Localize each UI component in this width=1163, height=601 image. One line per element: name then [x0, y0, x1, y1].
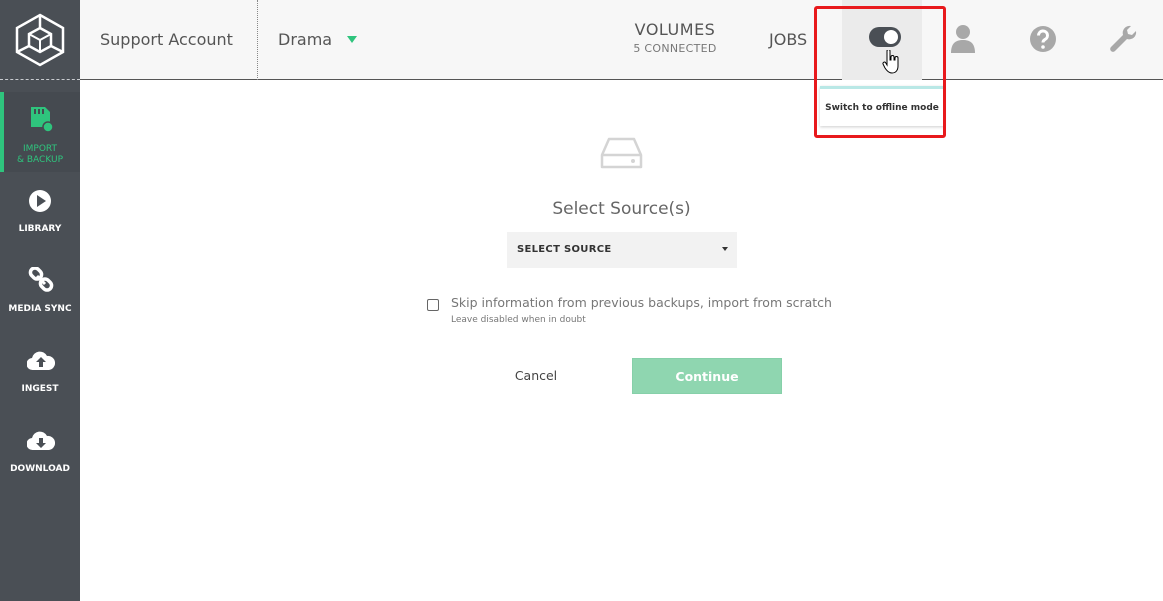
sidebar-item-media-sync[interactable]: MEDIA SYNC [0, 252, 80, 332]
link-icon [28, 267, 54, 292]
cancel-button[interactable]: Cancel [486, 368, 586, 383]
volumes-subtitle: 5 CONNECTED [633, 42, 717, 55]
project-selector[interactable]: Drama [278, 30, 332, 49]
volumes-title: VOLUMES [634, 20, 716, 39]
app-logo[interactable] [0, 0, 80, 80]
chevron-down-icon[interactable] [347, 36, 357, 43]
select-source-dropdown[interactable]: SELECT SOURCE [507, 232, 737, 268]
sidebar-item-label: LIBRARY [18, 224, 62, 234]
page-title: Select Source(s) [552, 199, 691, 219]
cloud-download-icon [27, 431, 55, 451]
sidebar-item-label: INGEST [21, 384, 59, 394]
play-circle-icon [29, 190, 51, 212]
jobs-button[interactable]: JOBS [769, 30, 807, 49]
sd-card-icon [31, 107, 54, 133]
help-icon[interactable] [1026, 22, 1062, 58]
main-content: Select Source(s) SELECT SOURCE Skip info… [80, 81, 1163, 601]
sidebar-item-download[interactable]: DOWNLOAD [0, 412, 80, 492]
wrench-icon[interactable] [1105, 22, 1141, 58]
caret-down-icon [722, 247, 728, 251]
sidebar-item-label: & BACKUP [16, 155, 63, 165]
select-source-label: SELECT SOURCE [517, 244, 612, 255]
cube-logo-icon [15, 13, 65, 67]
sidebar-item-library[interactable]: LIBRARY [0, 172, 80, 252]
sidebar-item-ingest[interactable]: INGEST [0, 332, 80, 412]
skip-backups-checkbox[interactable] [427, 299, 439, 311]
cloud-upload-icon [27, 351, 55, 371]
header-divider [257, 0, 258, 80]
sidebar-item-label: MEDIA SYNC [8, 304, 72, 314]
user-icon[interactable] [946, 22, 982, 58]
sidebar-item-label: IMPORT [22, 144, 58, 154]
account-name[interactable]: Support Account [100, 30, 233, 49]
sidebar: IMPORT & BACKUP LIBRARY MEDIA SYNC INGES… [0, 0, 80, 601]
skip-backups-label[interactable]: Skip information from previous backups, … [451, 295, 832, 310]
skip-backups-hint: Leave disabled when in doubt [451, 315, 586, 325]
sidebar-item-import-backup[interactable]: IMPORT & BACKUP [0, 92, 80, 172]
continue-button[interactable]: Continue [632, 358, 782, 394]
volumes-button[interactable]: VOLUMES 5 CONNECTED [615, 20, 735, 55]
sidebar-item-label: DOWNLOAD [10, 464, 70, 474]
hard-drive-icon [600, 137, 643, 169]
top-bar: Support Account Drama VOLUMES 5 CONNECTE… [80, 0, 1163, 80]
